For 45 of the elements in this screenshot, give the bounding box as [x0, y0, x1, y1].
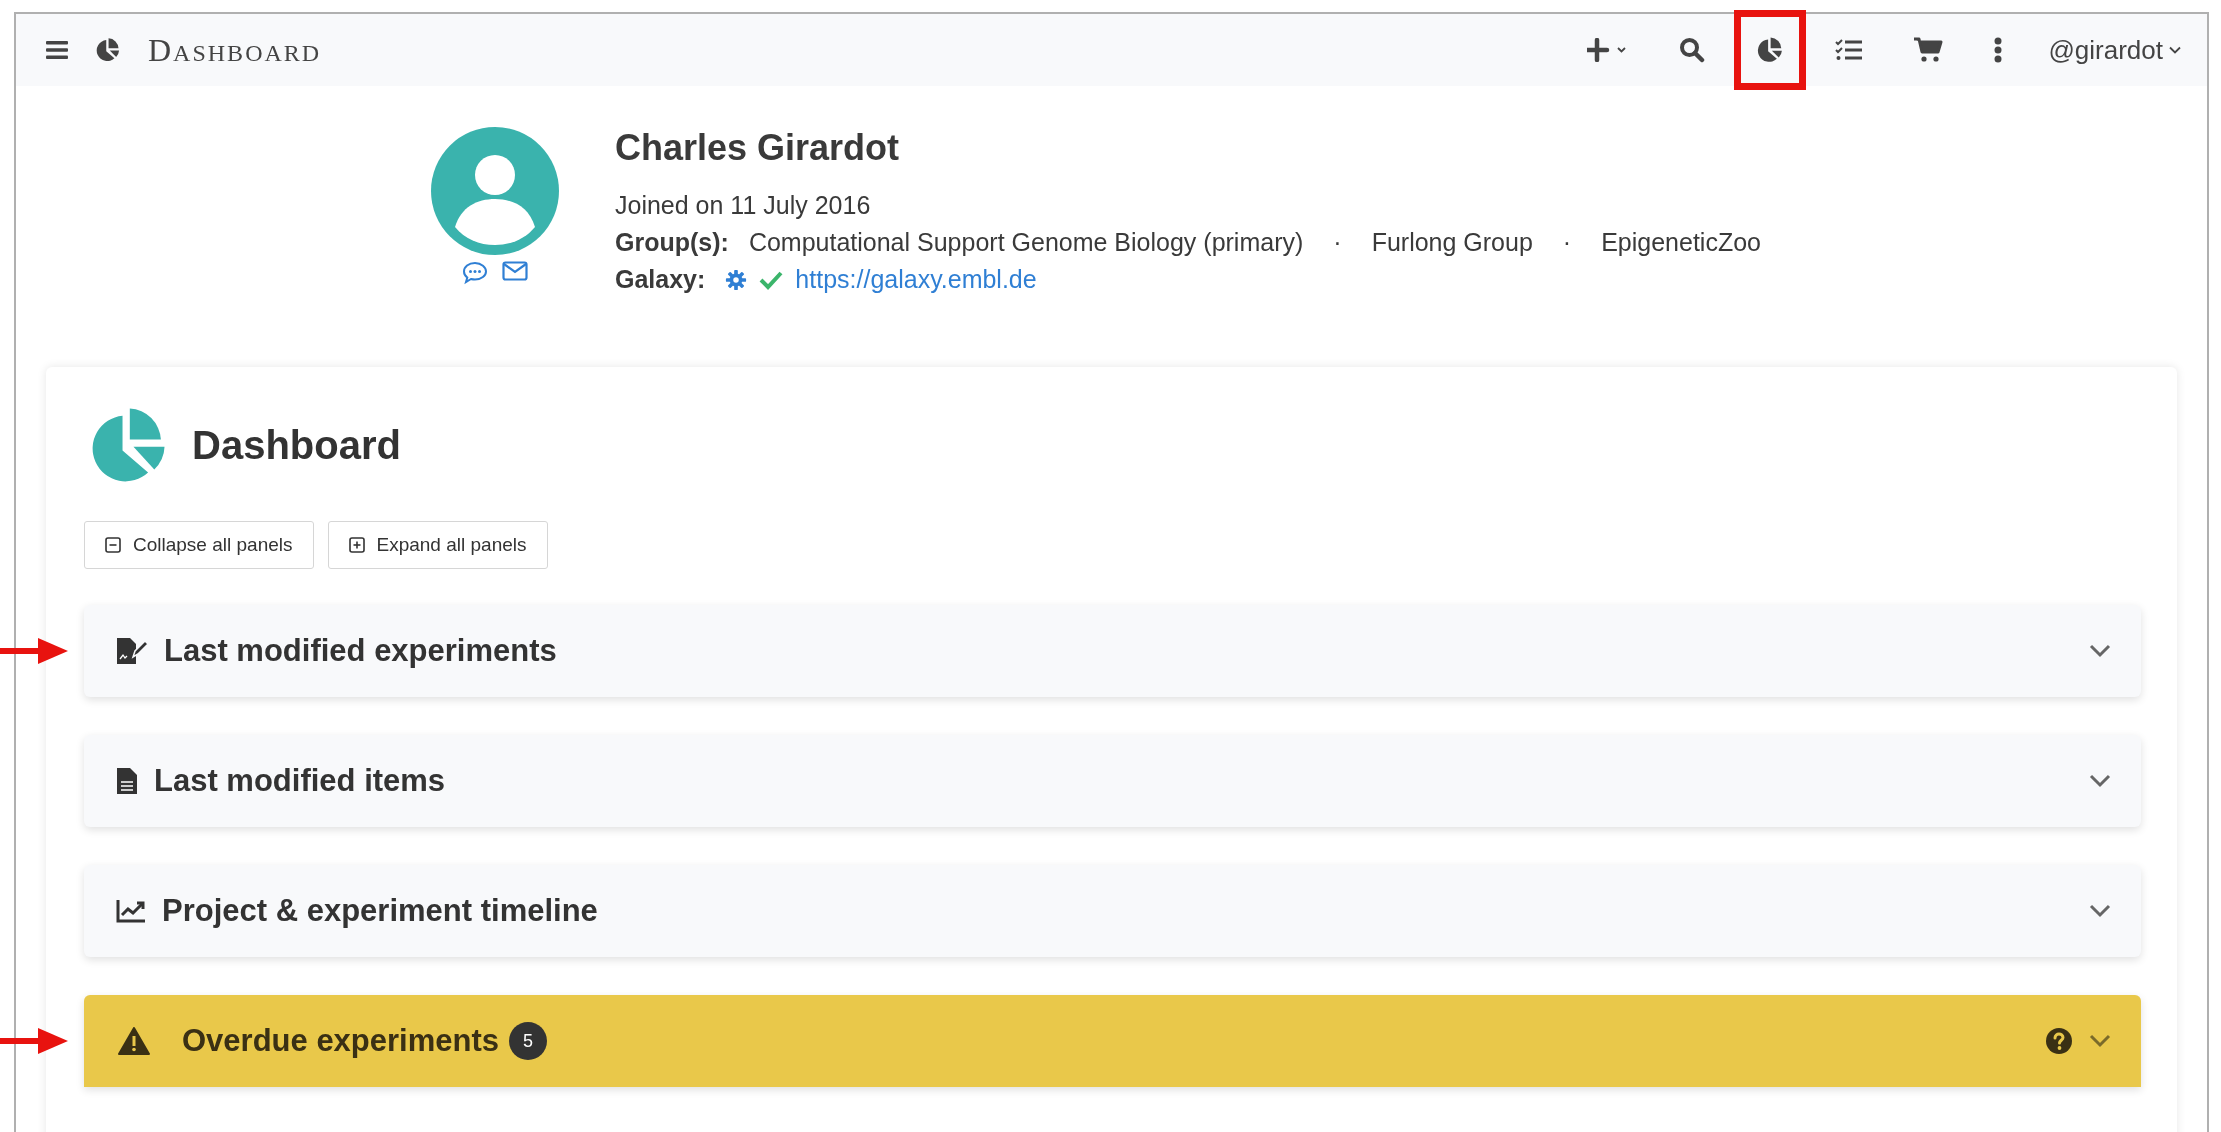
panel-header[interactable]: Last modified items [84, 735, 2141, 827]
help-icon[interactable] [2045, 1027, 2073, 1055]
document-icon [116, 767, 138, 795]
panel-title: Last modified items [154, 763, 446, 799]
group-name: EpigeneticZoo [1601, 228, 1761, 257]
user-menu[interactable]: @girardot [2032, 24, 2181, 76]
expand-all-button[interactable]: Expand all panels [327, 521, 548, 569]
group-name: Computational Support Genome Biology (primary) [748, 228, 1304, 257]
panel-title: Last modified experiments [164, 633, 557, 669]
plus-square-icon [348, 537, 365, 553]
signed-document-icon [116, 637, 148, 665]
user-name: Charles Girardot [615, 127, 901, 169]
panel-header[interactable]: Project & experiment timeline [84, 865, 2141, 957]
chevron-down-icon[interactable] [2089, 774, 2111, 788]
chevron-down-icon[interactable] [2089, 904, 2111, 918]
menu-icon[interactable] [46, 40, 68, 60]
pie-chart-icon [94, 36, 122, 64]
galaxy-label: Galaxy: [615, 265, 706, 294]
page-title: Dashboard [192, 422, 401, 468]
panel-title: Project & experiment timeline [162, 893, 598, 929]
minus-square-icon [105, 537, 121, 553]
app-title[interactable]: DASHBOARD [148, 31, 322, 69]
search-icon [1679, 37, 1706, 63]
check-icon [759, 269, 784, 290]
envelope-icon[interactable] [502, 261, 528, 281]
cart-icon [1913, 37, 1944, 63]
count-badge: 5 [509, 1022, 548, 1060]
joined-date: Joined on 11 July 2016 [615, 191, 872, 220]
groups-label: Group(s): [615, 228, 729, 257]
panel-title: Overdue experiments [182, 1023, 500, 1059]
chevron-down-icon[interactable] [2089, 1034, 2111, 1048]
collapse-all-button[interactable]: Collapse all panels [84, 521, 314, 569]
group-name: Furlong Group [1371, 228, 1533, 257]
line-chart-icon [116, 899, 146, 923]
galaxy-link[interactable]: https://galaxy.embl.de [795, 265, 1037, 294]
caret-icon [2169, 46, 2181, 54]
settings-icon[interactable] [725, 268, 748, 291]
separator-dot: · [1333, 228, 1342, 257]
checklist-icon [1835, 38, 1864, 62]
chat-icon[interactable] [462, 261, 488, 285]
chevron-down-icon[interactable] [2089, 644, 2111, 658]
warning-icon [118, 1027, 150, 1055]
more-icon [1993, 37, 2004, 63]
dashboard-button[interactable] [1734, 10, 1807, 90]
separator-dot: · [1562, 228, 1572, 257]
